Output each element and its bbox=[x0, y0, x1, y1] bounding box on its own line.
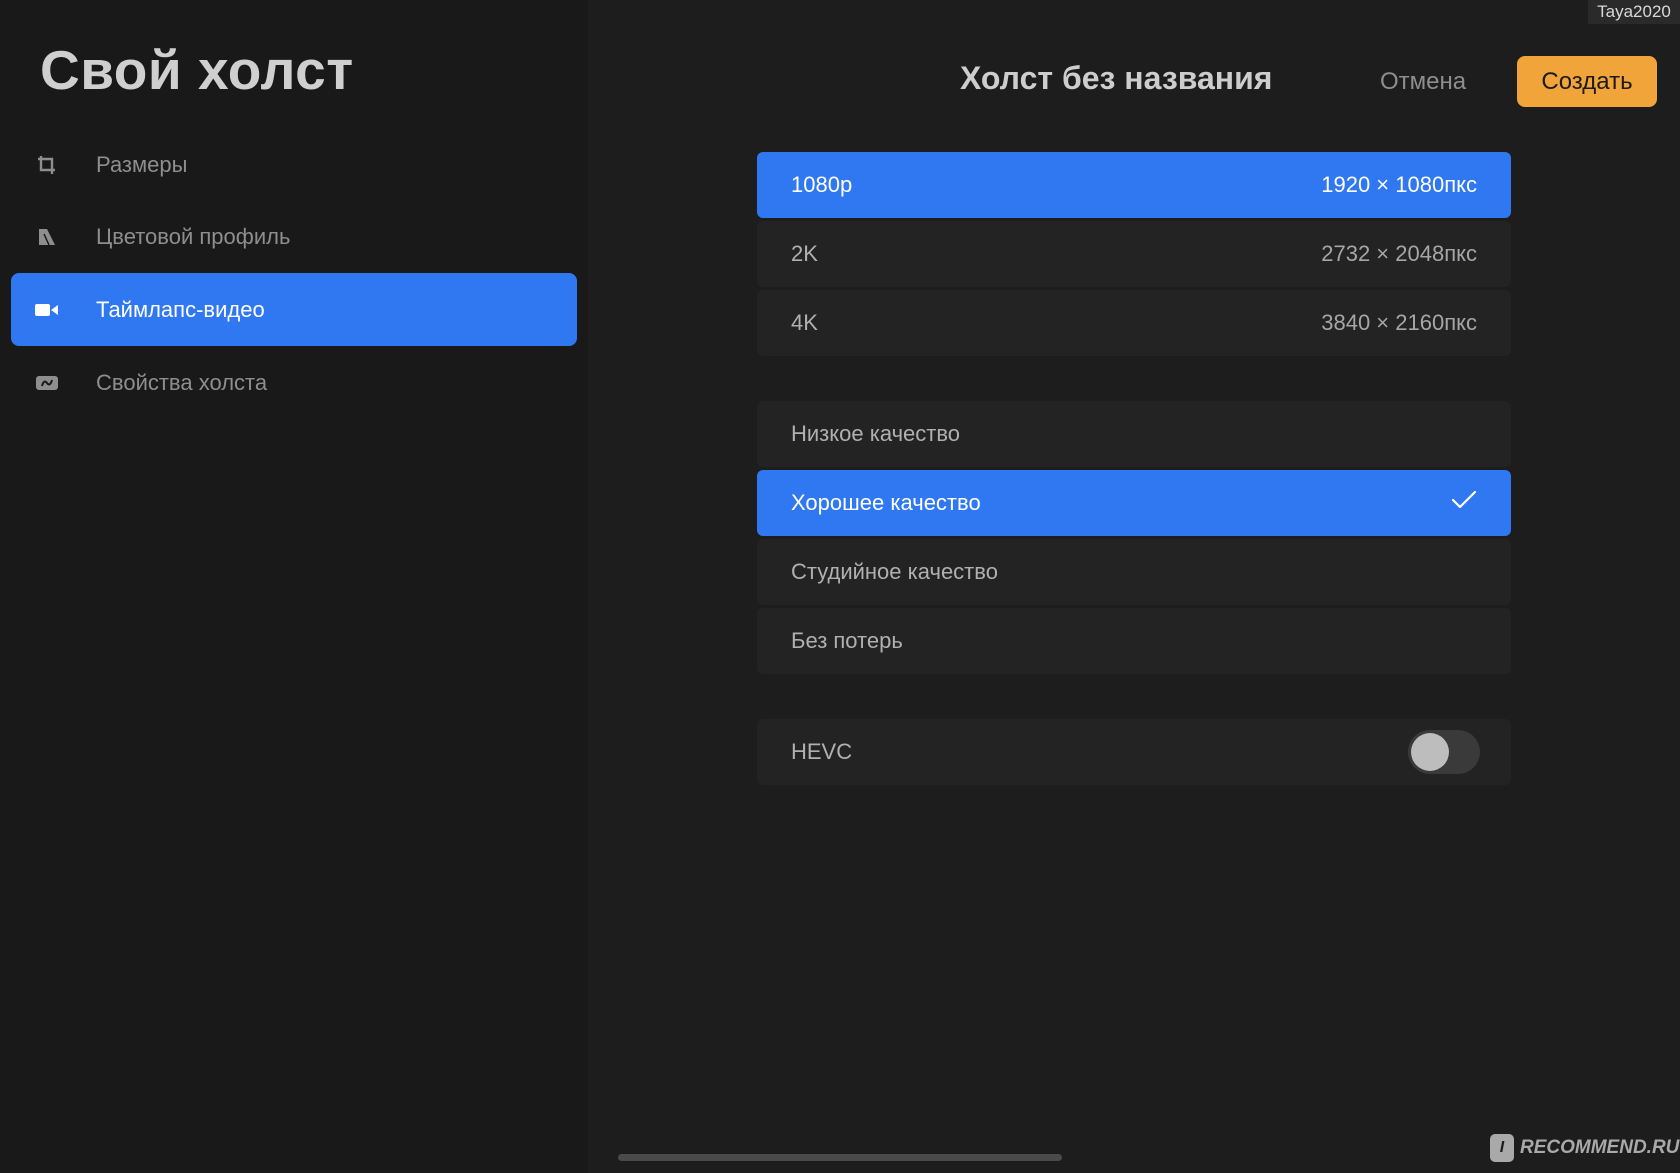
canvas-properties-icon bbox=[35, 371, 59, 395]
create-button[interactable]: Создать bbox=[1517, 56, 1657, 107]
sidebar-item-label: Размеры bbox=[96, 151, 188, 177]
crop-icon bbox=[35, 153, 59, 177]
option-label: 4K bbox=[791, 310, 818, 335]
video-camera-icon bbox=[35, 298, 59, 322]
sidebar-title: Свой холст bbox=[40, 39, 354, 101]
option-label: Хорошее качество bbox=[791, 490, 981, 515]
checkmark-icon bbox=[1451, 490, 1477, 516]
sidebar-item-canvas-properties[interactable]: Свойства холста bbox=[11, 346, 577, 419]
sidebar-item-timelapse[interactable]: Таймлапс-видео bbox=[11, 273, 577, 346]
sidebar: Свой холст Размеры Цветовой профиль Тайм… bbox=[0, 0, 588, 1173]
quality-option-low[interactable]: Низкое качество bbox=[757, 401, 1511, 467]
sidebar-item-label: Цветовой профиль bbox=[96, 223, 291, 249]
sidebar-item-label: Свойства холста bbox=[96, 369, 268, 395]
quality-option-studio[interactable]: Студийное качество bbox=[757, 539, 1511, 605]
watermark-username: Taya2020 bbox=[1588, 0, 1680, 24]
color-profile-icon bbox=[35, 225, 59, 249]
option-value: 2732 × 2048пкс bbox=[1321, 241, 1477, 266]
option-value: 1920 × 1080пкс bbox=[1321, 172, 1477, 197]
hevc-row: HEVC bbox=[757, 719, 1511, 785]
resolution-option-4k[interactable]: 4K 3840 × 2160пкс bbox=[757, 290, 1511, 356]
watermark-site-text: RECOMMEND.RU bbox=[1520, 1137, 1680, 1158]
hevc-toggle[interactable] bbox=[1408, 730, 1480, 774]
resolution-option-1080p[interactable]: 1080p 1920 × 1080пкс bbox=[757, 152, 1511, 218]
option-label: 1080p bbox=[791, 172, 853, 197]
option-label: 2K bbox=[791, 241, 818, 266]
option-value: 3840 × 2160пкс bbox=[1321, 310, 1477, 335]
option-label: Студийное качество bbox=[791, 559, 998, 584]
option-label: Без потерь bbox=[791, 628, 903, 653]
sidebar-item-sizes[interactable]: Размеры bbox=[11, 128, 577, 201]
sidebar-item-label: Таймлапс-видео bbox=[96, 296, 265, 322]
hevc-label: HEVC bbox=[791, 739, 853, 764]
toggle-knob bbox=[1411, 733, 1449, 771]
canvas-title: Холст без названия bbox=[960, 60, 1273, 96]
recommend-logo-icon: I bbox=[1490, 1134, 1514, 1162]
resolution-option-2k[interactable]: 2K 2732 × 2048пкс bbox=[757, 221, 1511, 287]
sidebar-item-color-profile[interactable]: Цветовой профиль bbox=[11, 200, 577, 273]
watermark-site: I RECOMMEND.RU bbox=[1490, 1133, 1679, 1163]
cancel-button[interactable]: Отмена bbox=[1380, 68, 1466, 96]
quality-option-good[interactable]: Хорошее качество bbox=[757, 470, 1511, 536]
option-label: Низкое качество bbox=[791, 421, 961, 446]
home-indicator[interactable] bbox=[618, 1154, 1062, 1161]
quality-option-lossless[interactable]: Без потерь bbox=[757, 608, 1511, 674]
